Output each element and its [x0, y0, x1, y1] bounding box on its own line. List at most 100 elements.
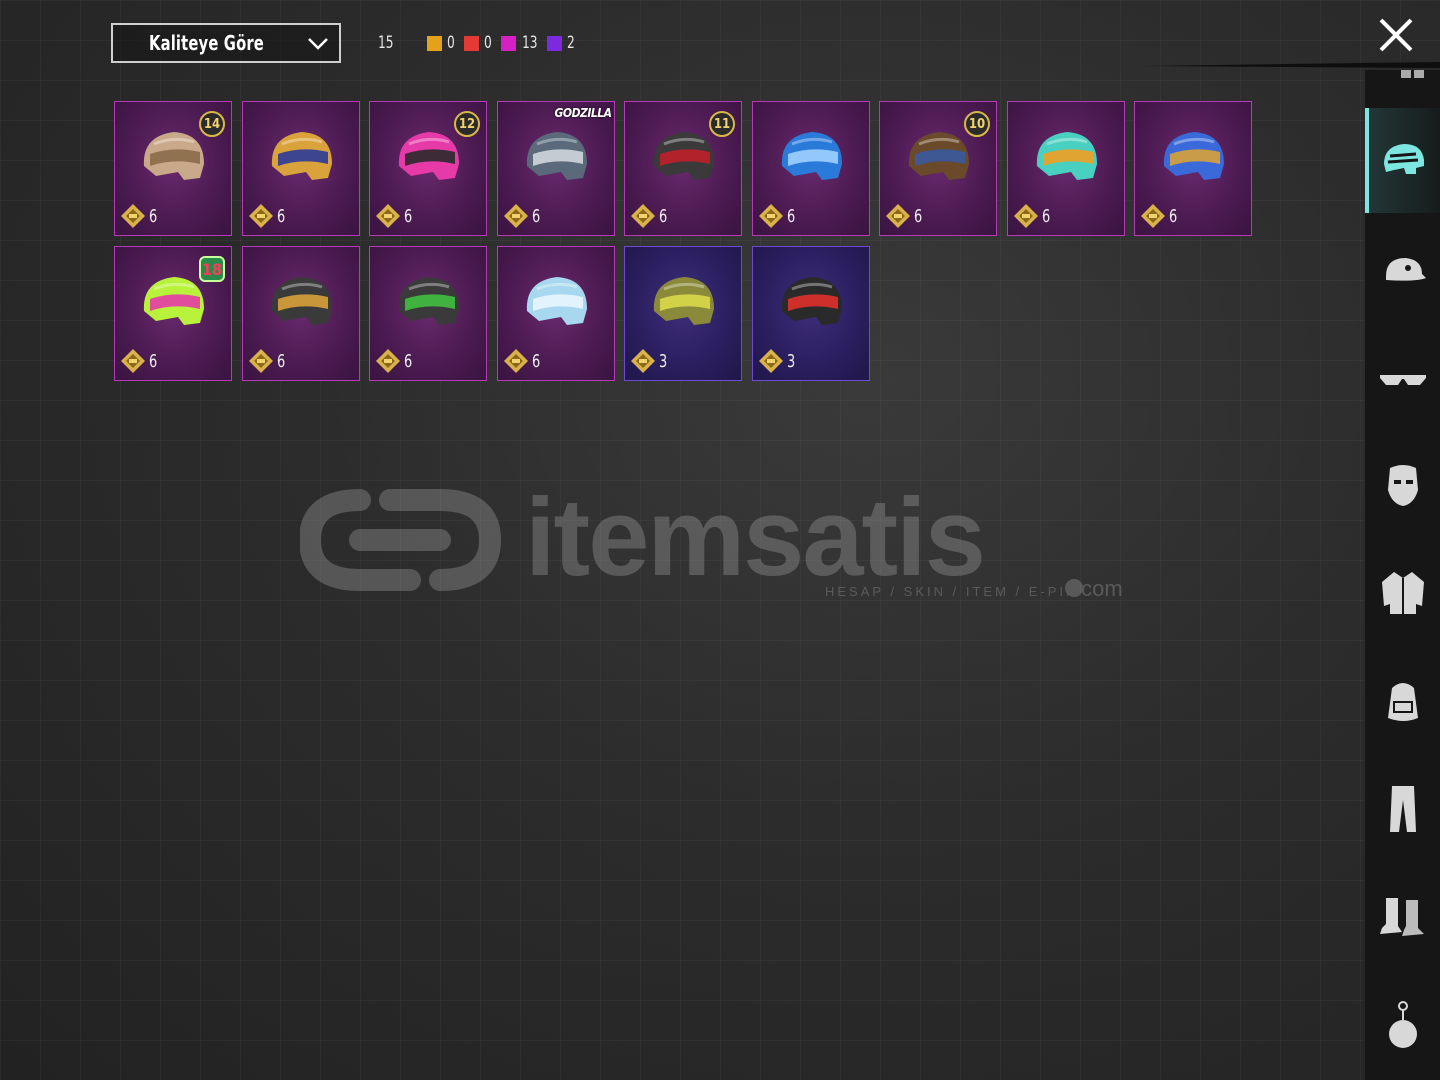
item-value: 6: [503, 203, 541, 229]
item-value: 6: [120, 348, 158, 374]
sidebar-item-glasses[interactable]: [1365, 325, 1440, 430]
item-value-number: 6: [276, 350, 285, 372]
pendant-icon: [1388, 1000, 1417, 1048]
rarity-swatch: [464, 35, 480, 51]
glasses-icon: [1379, 374, 1426, 385]
item-card-helmet-pharaoh[interactable]: 6: [241, 101, 360, 236]
item-card-helmet-viking[interactable]: 10 6: [879, 101, 997, 236]
item-value: 6: [375, 348, 413, 374]
mythic-emblem-icon: [121, 349, 145, 373]
helmet-christmas-icon: [398, 277, 459, 325]
level-badge: 18: [199, 256, 225, 282]
item-value: 6: [885, 203, 923, 229]
item-card-helmet-red-white[interactable]: 3: [751, 246, 870, 381]
item-value: 6: [1013, 203, 1051, 229]
sidebar-item-helmet[interactable]: [1365, 108, 1440, 213]
item-card-helmet-black-gold[interactable]: 6: [241, 246, 360, 381]
helmet-spiked-yellow-icon: [653, 277, 714, 325]
itemsatis-watermark: itemsatis HESAP / SKIN / ITEM / E-PIN .c…: [300, 476, 1123, 601]
jacket-icon: [1381, 571, 1424, 614]
watermark-domain: .com: [1075, 576, 1123, 601]
item-value: 6: [630, 203, 668, 229]
item-value-number: 6: [149, 205, 158, 227]
item-card-helmet-neon-green[interactable]: 18 6: [114, 246, 232, 381]
item-value-number: 3: [786, 350, 795, 372]
mythic-emblem-icon: [631, 204, 655, 228]
item-value-number: 6: [1169, 205, 1178, 227]
item-card-helmet-dragon[interactable]: 6: [1006, 101, 1125, 236]
sidebar-item-jacket[interactable]: [1365, 540, 1440, 645]
mythic-emblem-icon: [248, 349, 273, 373]
total-count: 15: [377, 33, 394, 53]
sidebar-item-cap[interactable]: [1365, 218, 1440, 323]
item-value-number: 6: [276, 205, 285, 227]
mythic-emblem-icon: [121, 204, 145, 228]
rarity-count-purple: 2: [547, 33, 576, 53]
rarity-counts: 15 0 0 13 2: [376, 32, 584, 54]
helmet-ice-icon: [526, 277, 587, 325]
item-card-helmet-christmas[interactable]: 6: [369, 246, 487, 381]
item-value: 6: [375, 203, 413, 229]
item-value: 6: [503, 348, 541, 374]
helmet-blue-monster-icon: [781, 132, 842, 180]
helmet-dragon-icon: [1036, 132, 1097, 180]
item-card-helmet-bulldog[interactable]: 14 6: [114, 101, 232, 236]
sidebar-item-pendant[interactable]: [1365, 972, 1440, 1077]
mythic-emblem-icon: [503, 204, 528, 228]
watermark-brand: itemsatis: [525, 476, 984, 599]
item-value-number: 6: [914, 205, 923, 227]
item-value-number: 3: [659, 350, 668, 372]
sidebar-item-backpack[interactable]: [1365, 648, 1440, 753]
rarity-count-pink: 13: [500, 33, 539, 53]
item-card-helmet-dark-red[interactable]: 11 6: [624, 101, 742, 236]
watermark-tagline: HESAP / SKIN / ITEM / E-PIN: [825, 584, 1078, 599]
mythic-emblem-icon: [376, 204, 400, 228]
item-value: 6: [248, 203, 286, 229]
mythic-emblem-icon: [503, 349, 528, 373]
item-value-number: 6: [404, 205, 413, 227]
item-value-number: 6: [404, 350, 413, 372]
rarity-count-gold: 0: [427, 33, 456, 53]
sort-dropdown[interactable]: Kaliteye Göre: [111, 23, 341, 63]
scroll-handle[interactable]: [1401, 70, 1425, 80]
backpack-icon: [1387, 682, 1418, 721]
item-card-helmet-ice[interactable]: 6: [496, 246, 615, 381]
sidebar-item-mask[interactable]: [1365, 432, 1440, 537]
item-value: 6: [758, 203, 796, 229]
item-card-helmet-blue-monster[interactable]: 6: [751, 101, 870, 236]
sidebar-item-shoes[interactable]: [1365, 864, 1440, 969]
chevron-down-icon: [308, 38, 328, 50]
level-badge: 10: [964, 111, 990, 137]
mythic-emblem-icon: [631, 349, 655, 373]
mythic-emblem-icon: [248, 204, 273, 228]
item-value-number: 6: [531, 350, 540, 372]
level-badge: 14: [199, 111, 225, 137]
mythic-emblem-icon: [1141, 204, 1165, 228]
item-card-helmet-godzilla[interactable]: GODZILLA 6: [496, 101, 615, 236]
collab-tag: GODZILLA: [554, 106, 612, 120]
rarity-swatch: [427, 35, 443, 51]
sidebar-item-pants[interactable]: [1365, 756, 1440, 861]
item-value: 3: [758, 348, 796, 374]
helmet-red-white-icon: [781, 277, 842, 325]
helmet-godzilla-icon: [526, 132, 587, 180]
sort-dropdown-label: Kaliteye Göre: [149, 31, 264, 55]
item-value-number: 6: [659, 205, 668, 227]
item-value-number: 6: [149, 350, 158, 372]
helmet-blue-gold-icon: [1163, 132, 1224, 180]
item-value-number: 6: [786, 205, 795, 227]
item-card-helmet-blue-gold[interactable]: 6: [1134, 101, 1252, 236]
rarity-count-red: 0: [464, 33, 493, 53]
mythic-emblem-icon: [758, 349, 783, 373]
category-sidebar: [1365, 70, 1440, 1080]
close-icon[interactable]: [1377, 16, 1415, 54]
item-card-helmet-bunny-pink[interactable]: 12 6: [369, 101, 487, 236]
level-badge: 11: [709, 111, 735, 137]
shoes-icon: [1379, 897, 1424, 936]
level-badge: 12: [454, 111, 480, 137]
mask-icon: [1387, 464, 1418, 506]
item-card-helmet-spiked-yellow[interactable]: 3: [624, 246, 742, 381]
item-value: 6: [120, 203, 158, 229]
rarity-swatch: [500, 35, 516, 51]
item-value-number: 6: [531, 205, 540, 227]
